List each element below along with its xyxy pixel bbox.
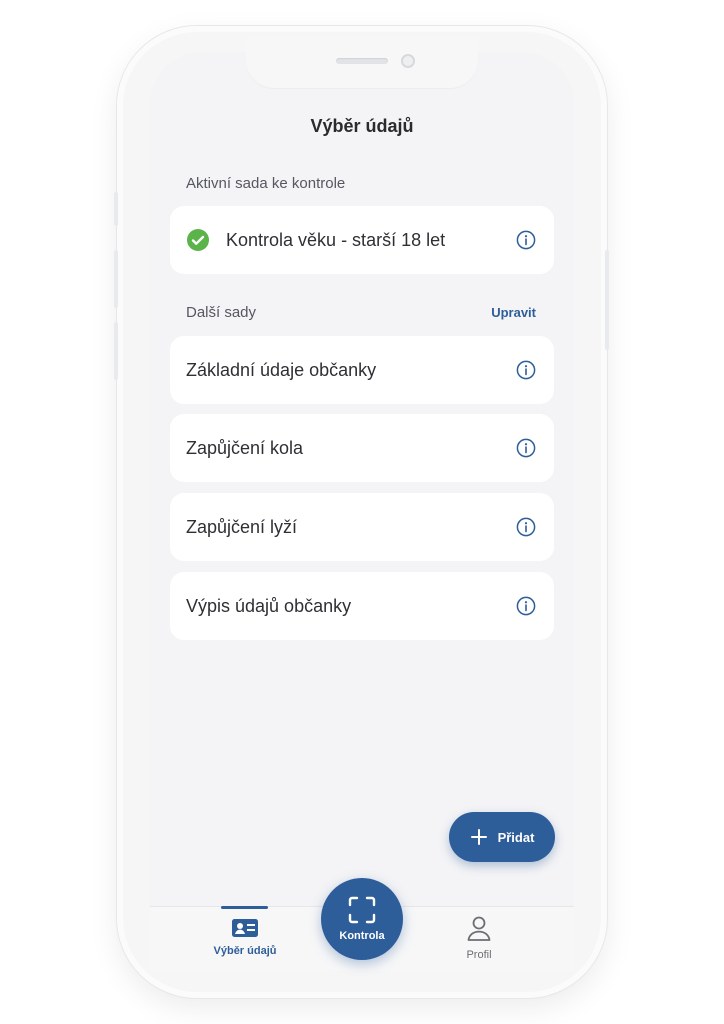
phone-camera bbox=[401, 54, 415, 68]
scan-icon bbox=[348, 896, 376, 924]
set-card-label: Výpis údajů občanky bbox=[186, 595, 352, 616]
active-section-label: Aktivní sada ke kontrole bbox=[186, 175, 346, 192]
tab-kontrola[interactable]: Kontrola bbox=[321, 878, 403, 960]
id-card-icon bbox=[232, 919, 258, 937]
check-circle-icon bbox=[187, 229, 209, 251]
edit-link[interactable]: Upravit bbox=[491, 305, 536, 320]
set-card[interactable]: Základní údaje občanky bbox=[170, 336, 554, 404]
phone-power-button bbox=[605, 250, 609, 350]
phone-volume-up-button bbox=[114, 250, 118, 308]
tab-label: Profil bbox=[466, 949, 492, 961]
person-icon bbox=[467, 916, 491, 941]
set-card[interactable]: Zapůjčení lyží bbox=[170, 493, 554, 561]
set-card[interactable]: Zapůjčení kola bbox=[170, 414, 554, 482]
phone-side-button bbox=[114, 192, 118, 226]
set-card-label: Zapůjčení kola bbox=[186, 437, 304, 458]
tab-label: Kontrola bbox=[339, 930, 385, 942]
add-button-label: Přidat bbox=[497, 829, 535, 845]
plus-icon bbox=[470, 829, 487, 845]
info-icon[interactable] bbox=[516, 596, 536, 616]
tab-vyber-udaju[interactable]: Výběr údajů bbox=[206, 918, 284, 957]
other-section-label: Další sady bbox=[186, 304, 257, 321]
active-tab-indicator bbox=[221, 906, 268, 909]
active-set-card[interactable]: Kontrola věku - starší 18 let bbox=[170, 206, 554, 274]
tab-label: Výběr údajů bbox=[213, 945, 277, 957]
set-card-label: Základní údaje občanky bbox=[186, 359, 377, 380]
active-set-label: Kontrola věku - starší 18 let bbox=[226, 229, 446, 250]
set-card[interactable]: Výpis údajů občanky bbox=[170, 572, 554, 640]
info-icon[interactable] bbox=[516, 230, 536, 250]
tab-profil[interactable]: Profil bbox=[448, 914, 510, 961]
add-button[interactable]: Přidat bbox=[449, 812, 555, 862]
phone-speaker bbox=[336, 58, 388, 64]
page-title: Výběr údajů bbox=[310, 116, 414, 136]
info-icon[interactable] bbox=[516, 360, 536, 380]
phone-volume-down-button bbox=[114, 322, 118, 380]
info-icon[interactable] bbox=[516, 438, 536, 458]
info-icon[interactable] bbox=[516, 517, 536, 537]
set-card-label: Zapůjčení lyží bbox=[186, 516, 298, 537]
